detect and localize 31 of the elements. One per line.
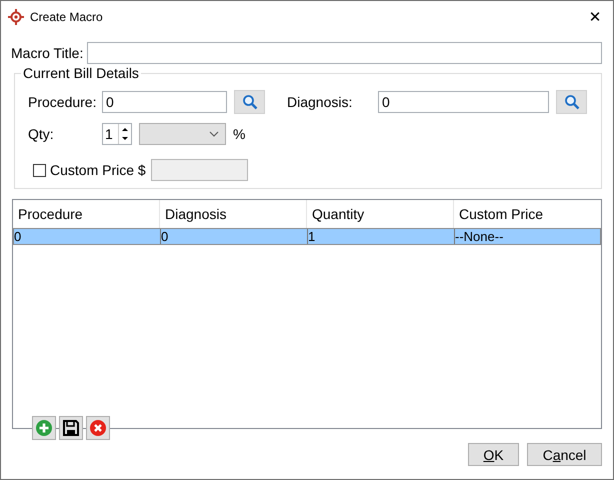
field-label: Procedure: xyxy=(27,94,98,110)
quantity-spinner[interactable]: 1 xyxy=(102,123,132,145)
window-title: Create Macro xyxy=(30,10,103,24)
search-icon xyxy=(564,94,580,110)
dialog-button[interactable]: OK xyxy=(468,443,519,466)
diagnosis-field[interactable]: 0 xyxy=(378,91,549,113)
search-button[interactable] xyxy=(556,90,587,114)
search-icon xyxy=(242,94,258,110)
unit-label: % xyxy=(233,126,246,142)
search-button[interactable] xyxy=(234,90,265,114)
column-header[interactable]: Custom Price xyxy=(454,200,601,228)
group-title: Current Bill Details xyxy=(21,65,141,81)
app-logo-icon xyxy=(8,8,24,24)
chevron-down-icon xyxy=(209,131,219,137)
plus-icon xyxy=(35,419,53,437)
table-cell: 1 xyxy=(308,229,455,244)
field-label: Diagnosis: xyxy=(287,94,354,110)
field-label: Macro Title: xyxy=(11,45,84,61)
procedure-field[interactable]: 0 xyxy=(102,91,227,113)
delete-button[interactable] xyxy=(86,416,110,440)
delete-icon xyxy=(89,419,107,437)
checkbox-label: Custom Price $ xyxy=(50,162,146,178)
macro-title-field[interactable] xyxy=(87,42,602,64)
dialog-button[interactable]: Cancel xyxy=(527,443,602,466)
table-row[interactable]: 0 0 1 --None-- xyxy=(13,228,601,245)
close-button[interactable]: ✕ xyxy=(577,2,613,32)
table-cell: 0 xyxy=(161,229,308,244)
table-cell-text: --None-- xyxy=(455,229,504,244)
table-cell: 0 xyxy=(14,229,161,244)
save-button[interactable] xyxy=(59,416,83,440)
field-label: Qty: xyxy=(27,126,55,142)
